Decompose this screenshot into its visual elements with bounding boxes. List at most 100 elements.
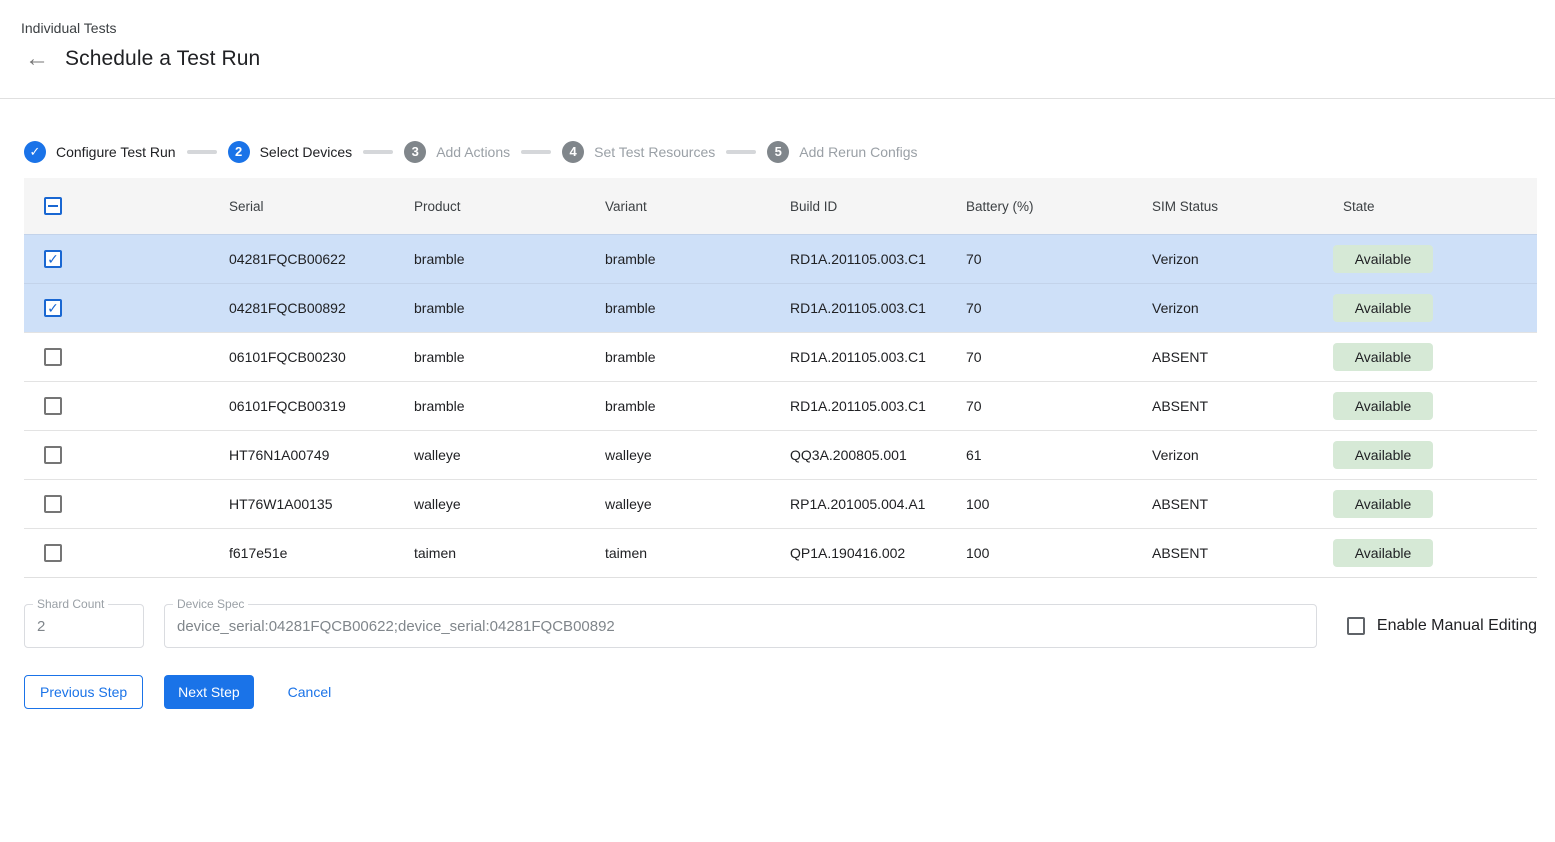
table-row[interactable]: 06101FQCB00230bramblebrambleRD1A.201105.… — [24, 332, 1537, 381]
cell-state: Available — [1333, 245, 1537, 273]
step-label: Add Actions — [436, 144, 510, 160]
row-checkbox[interactable] — [44, 397, 62, 415]
enable-manual-editing[interactable]: Enable Manual Editing — [1347, 617, 1537, 635]
cell-product: walleye — [414, 447, 605, 463]
table-row[interactable]: ✓04281FQCB00622bramblebrambleRD1A.201105… — [24, 234, 1537, 283]
next-step-button[interactable]: Next Step — [164, 675, 253, 709]
cell-serial: 04281FQCB00622 — [229, 251, 414, 267]
cell-state: Available — [1333, 441, 1537, 469]
cell-build-id: RD1A.201105.003.C1 — [790, 349, 966, 365]
column-header-product: Product — [414, 199, 605, 214]
row-checkbox[interactable]: ✓ — [44, 250, 62, 268]
state-badge: Available — [1333, 245, 1433, 273]
cell-variant: bramble — [605, 300, 790, 316]
cell-state: Available — [1333, 490, 1537, 518]
stepper-step-select-devices[interactable]: 2 Select Devices — [228, 141, 353, 163]
device-spec-label: Device Spec — [173, 597, 248, 611]
device-table: Serial Product Variant Build ID Battery … — [24, 178, 1537, 578]
step-label: Select Devices — [260, 144, 353, 160]
step-label: Set Test Resources — [594, 144, 715, 160]
cell-sim-status: Verizon — [1152, 300, 1333, 316]
action-buttons: Previous Step Next Step Cancel — [24, 675, 1555, 709]
cell-variant: bramble — [605, 398, 790, 414]
device-spec-field[interactable]: Device Spec device_serial:04281FQCB00622… — [164, 604, 1317, 648]
stepper-step-add-actions[interactable]: 3 Add Actions — [404, 141, 510, 163]
form-row: Shard Count 2 Device Spec device_serial:… — [24, 604, 1537, 648]
cell-product: walleye — [414, 496, 605, 512]
table-row[interactable]: ✓04281FQCB00892bramblebrambleRD1A.201105… — [24, 283, 1537, 332]
step-label: Configure Test Run — [56, 144, 176, 160]
page-header: Individual Tests ← Schedule a Test Run — [0, 0, 1555, 99]
cell-product: bramble — [414, 251, 605, 267]
stepper-step-set-test-resources[interactable]: 4 Set Test Resources — [562, 141, 715, 163]
device-spec-value: device_serial:04281FQCB00622;device_seri… — [177, 618, 615, 635]
table-row[interactable]: HT76N1A00749walleyewalleyeQQ3A.200805.00… — [24, 430, 1537, 479]
table-row[interactable]: HT76W1A00135walleyewalleyeRP1A.201005.00… — [24, 479, 1537, 528]
breadcrumb[interactable]: Individual Tests — [21, 20, 116, 36]
cell-sim-status: ABSENT — [1152, 349, 1333, 365]
row-checkbox-cell — [24, 348, 229, 366]
table-row[interactable]: f617e51etaimentaimenQP1A.190416.002100AB… — [24, 528, 1537, 577]
cell-build-id: QQ3A.200805.001 — [790, 447, 966, 463]
step-label: Add Rerun Configs — [799, 144, 917, 160]
select-all-checkbox[interactable] — [44, 197, 62, 215]
cell-battery: 100 — [966, 545, 1152, 561]
state-badge: Available — [1333, 294, 1433, 322]
cell-serial: HT76W1A00135 — [229, 496, 414, 512]
cell-sim-status: Verizon — [1152, 251, 1333, 267]
previous-step-button[interactable]: Previous Step — [24, 675, 143, 709]
state-badge: Available — [1333, 343, 1433, 371]
row-checkbox[interactable]: ✓ — [44, 299, 62, 317]
cell-battery: 70 — [966, 251, 1152, 267]
cell-variant: walleye — [605, 447, 790, 463]
manual-editing-checkbox[interactable] — [1347, 617, 1365, 635]
row-checkbox[interactable] — [44, 495, 62, 513]
cell-serial: 04281FQCB00892 — [229, 300, 414, 316]
page-title: Schedule a Test Run — [65, 47, 260, 71]
row-checkbox[interactable] — [44, 544, 62, 562]
row-checkbox[interactable] — [44, 446, 62, 464]
state-badge: Available — [1333, 539, 1433, 567]
manual-editing-label: Enable Manual Editing — [1377, 617, 1537, 635]
cell-build-id: RD1A.201105.003.C1 — [790, 300, 966, 316]
cell-sim-status: Verizon — [1152, 447, 1333, 463]
step-number: 4 — [562, 141, 584, 163]
cell-battery: 70 — [966, 349, 1152, 365]
cell-sim-status: ABSENT — [1152, 398, 1333, 414]
shard-count-field[interactable]: Shard Count 2 — [24, 604, 144, 648]
cell-serial: HT76N1A00749 — [229, 447, 414, 463]
column-header-state: State — [1333, 199, 1537, 214]
cell-sim-status: ABSENT — [1152, 496, 1333, 512]
stepper-connector — [521, 150, 551, 154]
stepper-connector — [363, 150, 393, 154]
cell-build-id: RP1A.201005.004.A1 — [790, 496, 966, 512]
cancel-button[interactable]: Cancel — [272, 675, 348, 709]
cell-variant: bramble — [605, 251, 790, 267]
column-header-build-id: Build ID — [790, 199, 966, 214]
cell-variant: walleye — [605, 496, 790, 512]
cell-product: bramble — [414, 398, 605, 414]
stepper-step-configure-test-run[interactable]: ✓Configure Test Run — [24, 141, 176, 163]
shard-count-label: Shard Count — [33, 597, 108, 611]
step-number: 3 — [404, 141, 426, 163]
table-row[interactable]: 06101FQCB00319bramblebrambleRD1A.201105.… — [24, 381, 1537, 430]
stepper-connector — [726, 150, 756, 154]
column-header-sim: SIM Status — [1152, 199, 1333, 214]
table-body: ✓04281FQCB00622bramblebrambleRD1A.201105… — [24, 234, 1537, 577]
cell-battery: 70 — [966, 300, 1152, 316]
cell-build-id: RD1A.201105.003.C1 — [790, 251, 966, 267]
cell-product: bramble — [414, 349, 605, 365]
stepper-step-add-rerun-configs[interactable]: 5Add Rerun Configs — [767, 141, 917, 163]
row-checkbox[interactable] — [44, 348, 62, 366]
stepper-connector — [187, 150, 217, 154]
cell-build-id: RD1A.201105.003.C1 — [790, 398, 966, 414]
state-badge: Available — [1333, 441, 1433, 469]
cell-serial: f617e51e — [229, 545, 414, 561]
cell-variant: bramble — [605, 349, 790, 365]
back-arrow-icon[interactable]: ← — [25, 47, 55, 71]
cell-battery: 70 — [966, 398, 1152, 414]
state-badge: Available — [1333, 490, 1433, 518]
step-number: 2 — [228, 141, 250, 163]
cell-state: Available — [1333, 392, 1537, 420]
cell-variant: taimen — [605, 545, 790, 561]
